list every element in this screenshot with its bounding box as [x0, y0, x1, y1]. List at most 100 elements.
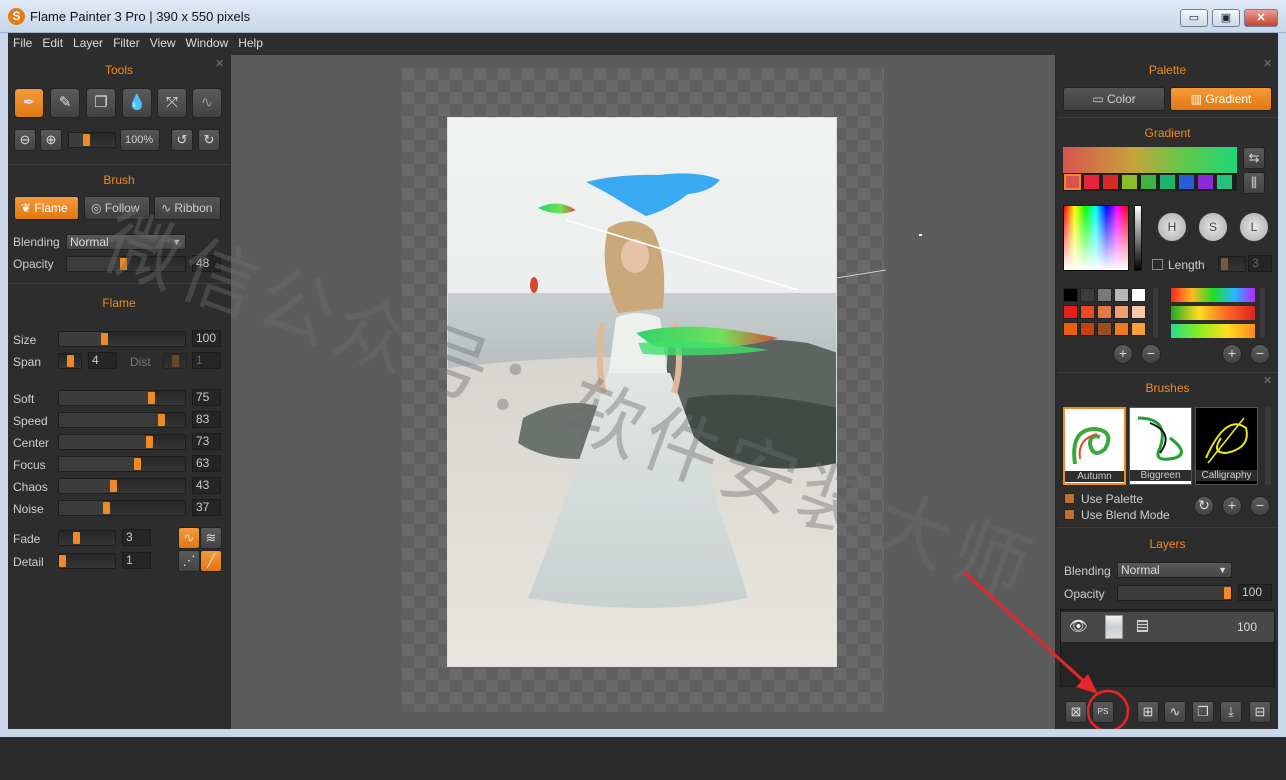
- palette-close-icon[interactable]: ✕: [1263, 57, 1272, 70]
- saturation-knob[interactable]: S: [1198, 212, 1228, 242]
- fade-slider[interactable]: [58, 530, 116, 546]
- remove-brush-icon[interactable]: −: [1250, 496, 1270, 516]
- length-slider[interactable]: [1218, 256, 1246, 272]
- color-swatch[interactable]: [1097, 305, 1112, 319]
- length-checkbox[interactable]: [1152, 259, 1163, 270]
- rotate-left-icon[interactable]: ↺: [171, 129, 193, 151]
- color-swatch[interactable]: [1097, 288, 1112, 302]
- swatch-scrollbar[interactable]: [1153, 288, 1158, 338]
- menu-filter[interactable]: Filter: [108, 33, 145, 53]
- pencil-icon[interactable]: ✎: [50, 88, 80, 118]
- add-gradient-icon[interactable]: +: [1222, 344, 1242, 364]
- color-swatch[interactable]: [1063, 288, 1078, 302]
- window-frame-right: [1278, 55, 1286, 737]
- detail-solid-line-icon[interactable]: ╱: [200, 550, 222, 572]
- use-blend-mode-checkbox[interactable]: [1064, 509, 1075, 520]
- color-swatch-grid[interactable]: [1063, 288, 1151, 338]
- zoom-slider[interactable]: [68, 132, 116, 148]
- color-spectrum-picker[interactable]: [1063, 205, 1129, 271]
- color-swatch[interactable]: [1131, 288, 1146, 302]
- brush-preset-autumn[interactable]: Autumn: [1063, 407, 1126, 485]
- layer-wave-icon[interactable]: ∿: [1164, 701, 1186, 723]
- gradient-stop[interactable]: [1178, 174, 1195, 190]
- color-swatch[interactable]: [1080, 322, 1095, 336]
- gradient-stop[interactable]: [1083, 174, 1100, 190]
- fade-value[interactable]: 3: [122, 529, 151, 546]
- detail-value[interactable]: 1: [122, 552, 151, 569]
- gradient-stop[interactable]: [1121, 174, 1138, 190]
- color-swatch[interactable]: [1114, 288, 1129, 302]
- color-swatch[interactable]: [1097, 322, 1112, 336]
- gradient-preset-scrollbar[interactable]: [1260, 288, 1265, 338]
- brightness-bar[interactable]: [1134, 205, 1142, 271]
- zoom-in-icon[interactable]: ⊕: [40, 129, 62, 151]
- rotate-right-icon[interactable]: ↻: [198, 129, 220, 151]
- remove-layer-icon[interactable]: ⊟: [1249, 701, 1271, 723]
- minimize-button[interactable]: ▭: [1180, 9, 1208, 27]
- gradient-stop[interactable]: [1140, 174, 1157, 190]
- menu-window[interactable]: Window: [181, 33, 234, 53]
- smudge-wave-icon[interactable]: ∿: [192, 88, 222, 118]
- tab-color[interactable]: ▭ Color: [1063, 87, 1165, 111]
- color-swatch[interactable]: [1114, 305, 1129, 319]
- param-slider-chaos[interactable]: [58, 478, 186, 494]
- brush-mode-flame[interactable]: ❦ Flame: [14, 196, 79, 220]
- gradient-stop[interactable]: [1216, 174, 1233, 190]
- gradient-stop[interactable]: [1102, 174, 1119, 190]
- length-value[interactable]: 3: [1248, 255, 1272, 272]
- color-swatch[interactable]: [1080, 305, 1095, 319]
- menu-file[interactable]: File: [8, 33, 37, 53]
- color-swatch[interactable]: [1063, 305, 1078, 319]
- refresh-brush-icon[interactable]: ↻: [1194, 496, 1214, 516]
- detail-dotted-line-icon[interactable]: ⋰: [178, 550, 200, 572]
- detail-slider[interactable]: [58, 553, 116, 569]
- maximize-button[interactable]: ▣: [1212, 9, 1240, 27]
- brushes-scrollbar[interactable]: [1265, 407, 1271, 485]
- color-swatch[interactable]: [1063, 322, 1078, 336]
- color-swatch[interactable]: [1114, 322, 1129, 336]
- gradient-stop[interactable]: [1197, 174, 1214, 190]
- remove-swatch-icon[interactable]: −: [1141, 344, 1161, 364]
- gradient-preview[interactable]: [1063, 147, 1237, 173]
- transform-arrows-icon[interactable]: ⤧: [157, 88, 187, 118]
- gradient-stop[interactable]: [1159, 174, 1176, 190]
- menu-layer[interactable]: Layer: [68, 33, 108, 53]
- tab-gradient[interactable]: ▥ Gradient: [1170, 87, 1272, 111]
- gradient-stops[interactable]: [1063, 173, 1237, 191]
- reverse-gradient-icon[interactable]: ⇆: [1243, 147, 1265, 169]
- brush-preset-calligraphy[interactable]: Calligraphy: [1195, 407, 1258, 485]
- menu-edit[interactable]: Edit: [37, 33, 68, 53]
- zoom-value[interactable]: 100%: [120, 129, 160, 151]
- new-layer-icon[interactable]: ⊞: [1137, 701, 1159, 723]
- gradient-title: Gradient: [1144, 126, 1191, 140]
- gradient-stop[interactable]: [1064, 174, 1081, 190]
- tools-close-icon[interactable]: ✕: [215, 57, 224, 70]
- color-swatch[interactable]: [1131, 305, 1146, 319]
- fade-multi-wave-icon[interactable]: ≋: [200, 527, 222, 549]
- merge-down-icon[interactable]: ⤓: [1220, 701, 1242, 723]
- menu-view[interactable]: View: [145, 33, 181, 53]
- duplicate-layer-icon[interactable]: ❐: [1192, 701, 1214, 723]
- color-swatch[interactable]: [1131, 322, 1146, 336]
- fade-wave-icon[interactable]: ∿: [178, 527, 200, 549]
- remove-gradient-icon[interactable]: −: [1250, 344, 1270, 364]
- blur-drop-icon[interactable]: 💧: [122, 88, 152, 118]
- layer-opacity-value[interactable]: 100: [1238, 584, 1272, 601]
- lightness-knob[interactable]: L: [1239, 212, 1269, 242]
- brush-preset-biggreen[interactable]: Biggreen: [1129, 407, 1192, 485]
- add-swatch-icon[interactable]: +: [1113, 344, 1133, 364]
- param-value-noise[interactable]: 37: [192, 499, 221, 516]
- gradient-preset-grid[interactable]: [1171, 288, 1255, 338]
- add-brush-icon[interactable]: +: [1222, 496, 1242, 516]
- menu-help[interactable]: Help: [233, 33, 268, 53]
- gradient-stops-icon[interactable]: ⫼: [1243, 172, 1265, 194]
- brushes-close-icon[interactable]: ✕: [1263, 374, 1272, 387]
- use-palette-checkbox[interactable]: [1064, 493, 1075, 504]
- flame-brush-icon[interactable]: ✒: [14, 88, 44, 118]
- hue-knob[interactable]: H: [1157, 212, 1187, 242]
- zoom-out-icon[interactable]: ⊖: [14, 129, 36, 151]
- close-button[interactable]: ✕: [1244, 9, 1278, 27]
- param-slider-noise[interactable]: [58, 500, 186, 516]
- color-swatch[interactable]: [1080, 288, 1095, 302]
- eraser-icon[interactable]: ❒: [86, 88, 116, 118]
